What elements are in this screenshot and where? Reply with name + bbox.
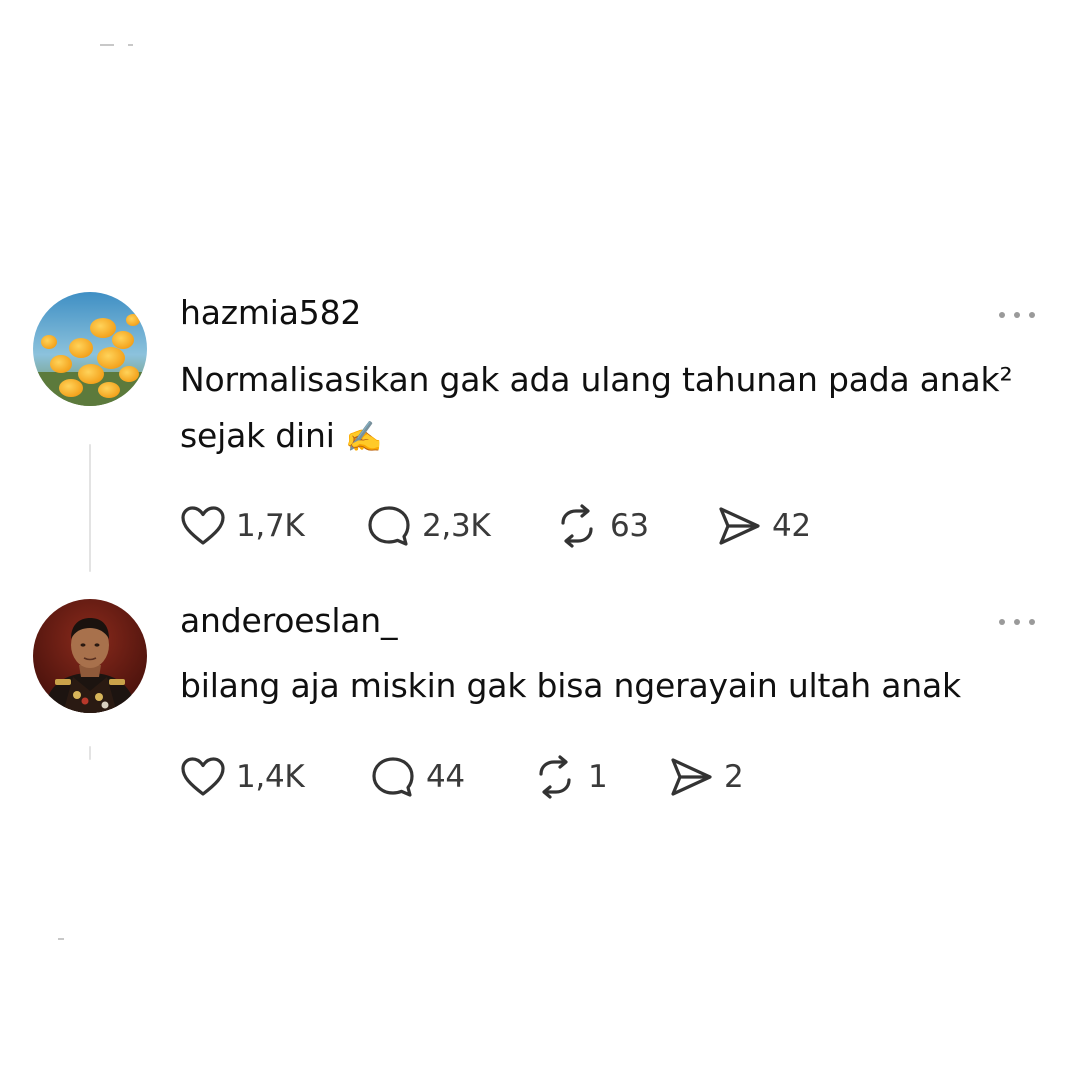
repost-icon	[561, 504, 593, 548]
more-dot	[1029, 312, 1035, 318]
share-icon	[719, 507, 760, 545]
post-text-body: Normalisasikan gak ada ulang tahunan pad…	[180, 360, 1013, 455]
post-text-body: bilang aja miskin gak bisa ngerayain ult…	[180, 666, 961, 705]
like-count: 1,7K	[236, 508, 305, 544]
flower-field-avatar-image	[33, 292, 147, 406]
share-count: 42	[772, 508, 811, 544]
more-dot	[999, 312, 1005, 318]
share-button[interactable]: 2	[668, 755, 744, 799]
more-dot	[1014, 312, 1020, 318]
post-text: bilang aja miskin gak bisa ngerayain ult…	[180, 658, 1040, 714]
reply-count: 44	[426, 759, 465, 795]
more-icon[interactable]	[999, 309, 1035, 321]
flower-field-avatar[interactable]	[33, 292, 147, 406]
repost-count: 1	[588, 759, 608, 795]
thread-connector-line	[89, 746, 91, 760]
writing-hand-emoji: ✍️	[344, 420, 383, 455]
repost-button[interactable]: 1	[532, 755, 608, 799]
heart-icon	[181, 757, 225, 796]
reply-button[interactable]: 44	[370, 755, 465, 799]
artifact-speck	[128, 44, 133, 46]
military-portrait-avatar-image	[33, 599, 147, 713]
repost-button[interactable]: 63	[554, 504, 649, 548]
more-dot	[999, 619, 1005, 625]
more-dot	[1029, 619, 1035, 625]
repost-icon	[539, 755, 571, 799]
repost-count: 63	[610, 508, 649, 544]
more-icon[interactable]	[999, 616, 1035, 628]
share-icon	[671, 758, 712, 796]
artifact-speck	[100, 44, 114, 46]
reply-button[interactable]: 2,3K	[366, 504, 491, 548]
share-button[interactable]: 42	[716, 504, 811, 548]
like-button[interactable]: 1,4K	[180, 755, 305, 799]
like-count: 1,4K	[236, 759, 305, 795]
heart-icon	[181, 506, 225, 545]
share-count: 2	[724, 759, 744, 795]
post-text: Normalisasikan gak ada ulang tahunan pad…	[180, 352, 1040, 466]
more-dot	[1014, 619, 1020, 625]
post-username[interactable]: hazmia582	[180, 293, 361, 332]
thread-connector-line	[89, 444, 91, 572]
like-button[interactable]: 1,7K	[180, 504, 305, 548]
artifact-speck	[58, 938, 64, 940]
reply-count: 2,3K	[422, 508, 491, 544]
post-username[interactable]: anderoeslan_	[180, 601, 398, 640]
comment-icon	[372, 757, 414, 797]
comment-icon	[368, 506, 410, 546]
military-portrait-avatar[interactable]	[33, 599, 147, 713]
